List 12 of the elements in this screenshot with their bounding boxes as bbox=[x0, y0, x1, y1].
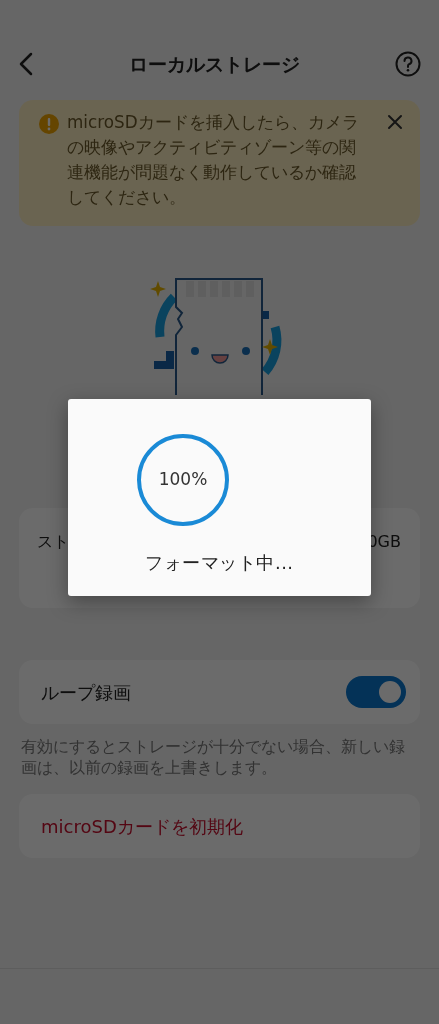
format-card-button[interactable]: microSDカードを初期化 bbox=[19, 794, 420, 858]
loop-recording-label: ループ録画 bbox=[41, 680, 131, 705]
loop-recording-toggle[interactable] bbox=[346, 676, 406, 708]
help-icon[interactable] bbox=[395, 51, 421, 77]
warning-icon bbox=[39, 114, 59, 134]
close-icon[interactable] bbox=[387, 114, 403, 130]
back-icon[interactable] bbox=[18, 52, 34, 76]
page-title: ローカルストレージ bbox=[129, 51, 300, 77]
storage-label: スト bbox=[37, 531, 69, 553]
progress-message: フォーマット中... bbox=[144, 551, 295, 575]
progress-percent: 100% bbox=[157, 468, 209, 491]
warning-text: microSDカードを挿入したら、カメラの映像やアクティビティゾーン等の関連機能が問題なく動作しているか確認してください。 bbox=[67, 111, 360, 209]
